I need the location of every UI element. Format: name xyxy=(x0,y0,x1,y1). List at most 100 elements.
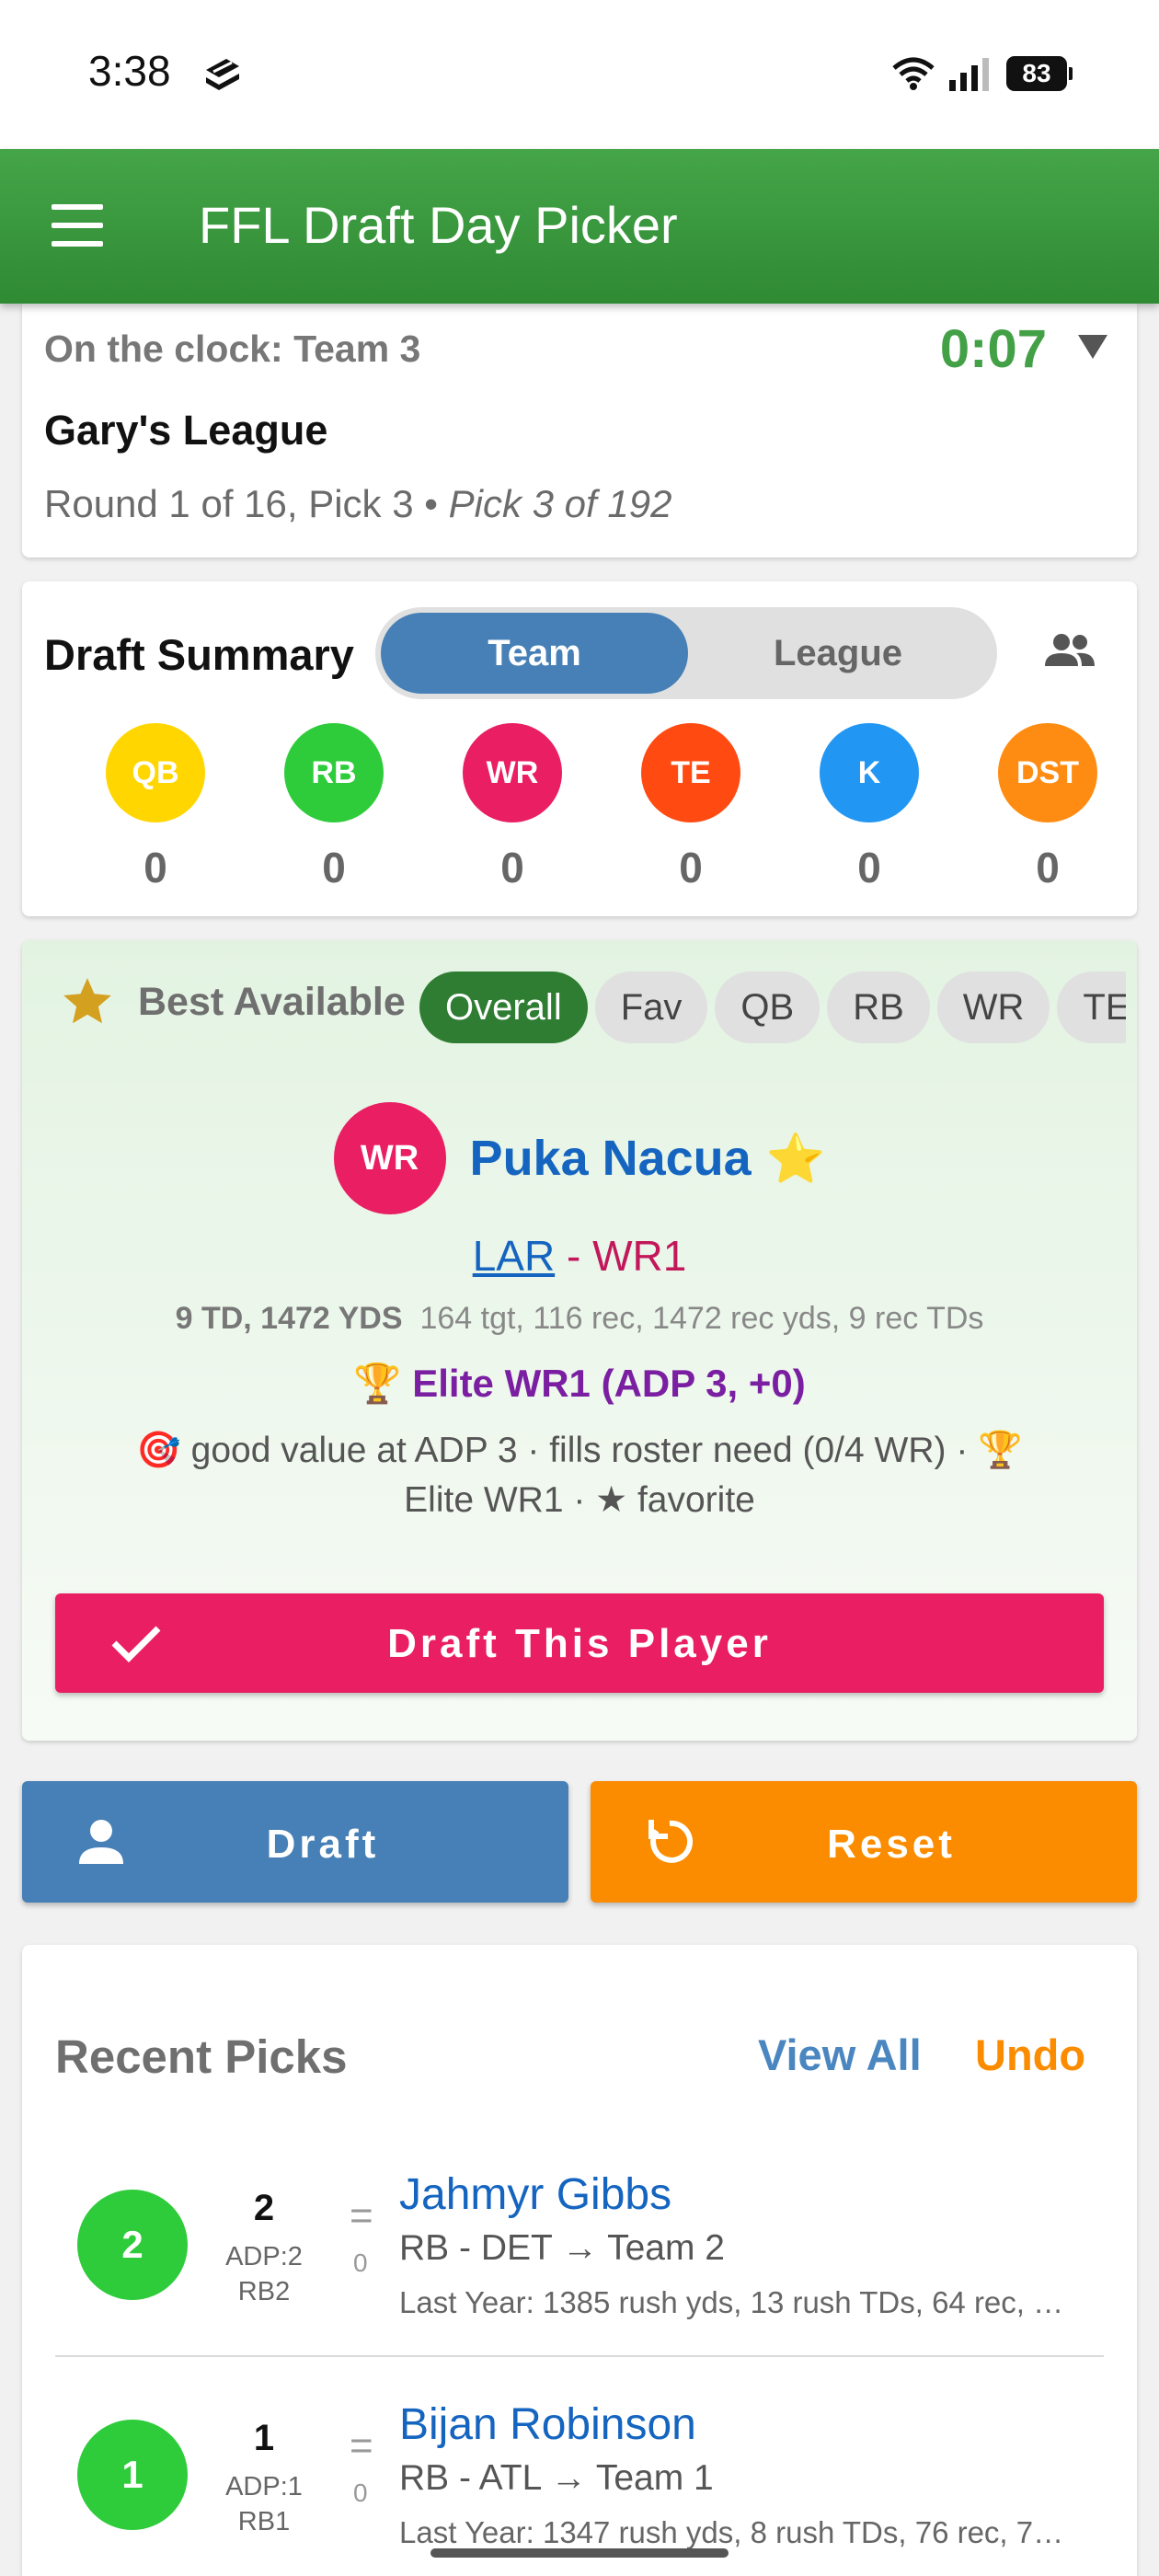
position-dst: DST 0 xyxy=(958,723,1137,892)
pick-number-badge: 1 xyxy=(77,2420,188,2530)
league-name: Gary's League xyxy=(44,407,328,454)
position-count: 0 xyxy=(679,844,703,891)
on-the-clock-card: On the clock: Team 3 0:07 Gary's League … xyxy=(22,304,1137,558)
player-stats: 9 TD, 1472 YDS 164 tgt, 116 rec, 1472 re… xyxy=(22,1301,1137,1337)
recent-picks-title: Recent Picks xyxy=(55,2030,348,2083)
position-filter-chips: Overall Fav QB RB WR TE xyxy=(419,972,1126,1049)
position-wr: WR 0 xyxy=(423,723,602,892)
chip-overall[interactable]: Overall xyxy=(419,972,588,1043)
app-notification-icon xyxy=(206,59,239,90)
best-available-title: Best Available xyxy=(138,979,406,1024)
status-bar: 3:38 83 xyxy=(0,0,1159,149)
position-k: K 0 xyxy=(780,723,958,892)
chip-qb[interactable]: QB xyxy=(715,972,820,1043)
recent-picks-card: Recent Picks View All Undo 2 2 ADP:2 RB2… xyxy=(22,1945,1137,2576)
chip-wr[interactable]: WR xyxy=(936,972,1050,1043)
position-count: 0 xyxy=(1036,844,1060,891)
round-separator: • xyxy=(413,482,449,525)
draft-button[interactable]: Draft xyxy=(22,1781,568,1903)
position-count: 0 xyxy=(500,844,524,891)
tab-league[interactable]: League xyxy=(684,613,992,694)
player-team-line: LAR - WR1 xyxy=(22,1231,1137,1281)
position-rank: RB1 xyxy=(237,2507,291,2536)
pick-player-name[interactable]: Bijan Robinson xyxy=(399,2399,696,2450)
position-badge: K xyxy=(820,723,919,822)
value-note: 🎯 good value at ADP 3 · fills roster nee… xyxy=(136,1431,1023,1520)
draft-this-player-label: Draft This Player xyxy=(387,1621,772,1666)
position-qb: QB 0 xyxy=(66,723,245,892)
battery-level: 83 xyxy=(1006,56,1067,91)
player-stats-detail: 164 tgt, 116 rec, 1472 rec yds, 9 rec TD… xyxy=(419,1301,984,1336)
view-all-link[interactable]: View All xyxy=(758,2030,922,2080)
undo-link[interactable]: Undo xyxy=(975,2030,1085,2080)
chip-rb[interactable]: RB xyxy=(827,972,930,1043)
on-the-clock-label: On the clock: Team 3 xyxy=(44,328,421,370)
position-count: 0 xyxy=(143,844,167,891)
people-icon[interactable] xyxy=(1039,629,1100,673)
adp-delta: 0 xyxy=(353,2248,368,2277)
pick-timer: 0:07 xyxy=(939,319,1047,379)
adp-equal-icon: = xyxy=(350,2193,373,2238)
draft-this-player-button[interactable]: Draft This Player xyxy=(55,1593,1104,1693)
favorite-star-icon[interactable]: ⭐ xyxy=(766,1131,826,1187)
adp-value: ADP:2 xyxy=(225,2242,303,2271)
position-te: TE 0 xyxy=(602,723,780,892)
pick-number: 2 xyxy=(253,2188,275,2228)
pick-number-badge: 2 xyxy=(77,2190,188,2300)
app-title: FFL Draft Day Picker xyxy=(199,196,678,254)
best-available-header: Best Available xyxy=(59,973,406,1030)
position-badge: RB xyxy=(284,723,384,822)
adp-delta: 0 xyxy=(353,2478,368,2507)
reset-button[interactable]: Reset xyxy=(591,1781,1137,1903)
menu-icon[interactable] xyxy=(52,204,103,247)
position-badge: DST xyxy=(998,723,1097,822)
player-stats-summary: 9 TD, 1472 YDS xyxy=(175,1301,403,1336)
pick-last-year: Last Year: 1347 rush yds, 8 rush TDs, 76… xyxy=(399,2515,1064,2549)
summary-toggle: Team League xyxy=(375,607,997,699)
pick-number: 1 xyxy=(253,2418,275,2458)
pick-adp: ADP:2 RB2 xyxy=(213,2239,315,2309)
draft-summary-card: Draft Summary Team League QB 0 RB 0 WR 0… xyxy=(22,581,1137,916)
overall-pick: Pick 3 of 192 xyxy=(448,482,672,525)
pick-adp: ADP:1 RB1 xyxy=(213,2469,315,2539)
position-badge: TE xyxy=(641,723,740,822)
tab-team[interactable]: Team xyxy=(381,613,688,694)
player-name[interactable]: Puka Nacua xyxy=(470,1130,752,1187)
position-badge: QB xyxy=(106,723,205,822)
position-counts: QB 0 RB 0 WR 0 TE 0 K 0 DST 0 xyxy=(22,723,1137,892)
app-bar: FFL Draft Day Picker xyxy=(0,149,1159,304)
draft-summary-title: Draft Summary xyxy=(44,630,354,679)
position-count: 0 xyxy=(857,844,881,891)
reset-button-label: Reset xyxy=(827,1822,956,1867)
status-time: 3:38 xyxy=(88,47,171,95)
best-available-card: Best Available Overall Fav QB RB WR TE WR Puk… xyxy=(22,940,1137,1741)
draft-button-label: Draft xyxy=(266,1822,380,1867)
recent-pick-row[interactable]: 2 2 ADP:2 RB2 = 0 Jahmyr Gibbs RB - DET … xyxy=(55,2127,1104,2357)
team-dash: - xyxy=(555,1232,593,1280)
home-indicator[interactable] xyxy=(430,2548,729,2558)
position-rank: RB2 xyxy=(237,2277,291,2306)
star-icon xyxy=(63,978,111,1024)
pick-team: RB - DET → Team 2 xyxy=(399,2228,725,2268)
round-pick: Round 1 of 16, Pick 3 xyxy=(44,482,414,525)
position-count: 0 xyxy=(322,844,346,891)
player-position-badge: WR xyxy=(333,1102,446,1214)
adp-value: ADP:1 xyxy=(225,2472,303,2501)
round-info: Round 1 of 16, Pick 3 • Pick 3 of 192 xyxy=(44,482,671,526)
position-rank: WR1 xyxy=(592,1232,687,1280)
featured-player: WR Puka Nacua ⭐ xyxy=(22,1102,1137,1214)
expand-chevron-icon[interactable] xyxy=(1078,335,1107,359)
chip-te[interactable]: TE xyxy=(1057,972,1126,1043)
pick-last-year: Last Year: 1385 rush yds, 13 rush TDs, 6… xyxy=(399,2285,1064,2319)
signal-icon xyxy=(949,58,989,91)
position-badge: WR xyxy=(463,723,562,822)
team-link[interactable]: LAR xyxy=(473,1232,555,1280)
pick-player-name[interactable]: Jahmyr Gibbs xyxy=(399,2169,671,2220)
adp-equal-icon: = xyxy=(350,2423,373,2468)
chip-fav[interactable]: Fav xyxy=(594,972,708,1043)
recent-pick-row[interactable]: 1 1 ADP:1 RB1 = 0 Bijan Robinson RB - AT… xyxy=(55,2357,1104,2576)
pick-team: RB - ATL → Team 1 xyxy=(399,2458,714,2498)
position-rb: RB 0 xyxy=(245,723,423,892)
battery-icon: 83 xyxy=(1006,56,1073,91)
status-indicators: 83 xyxy=(892,52,1073,96)
